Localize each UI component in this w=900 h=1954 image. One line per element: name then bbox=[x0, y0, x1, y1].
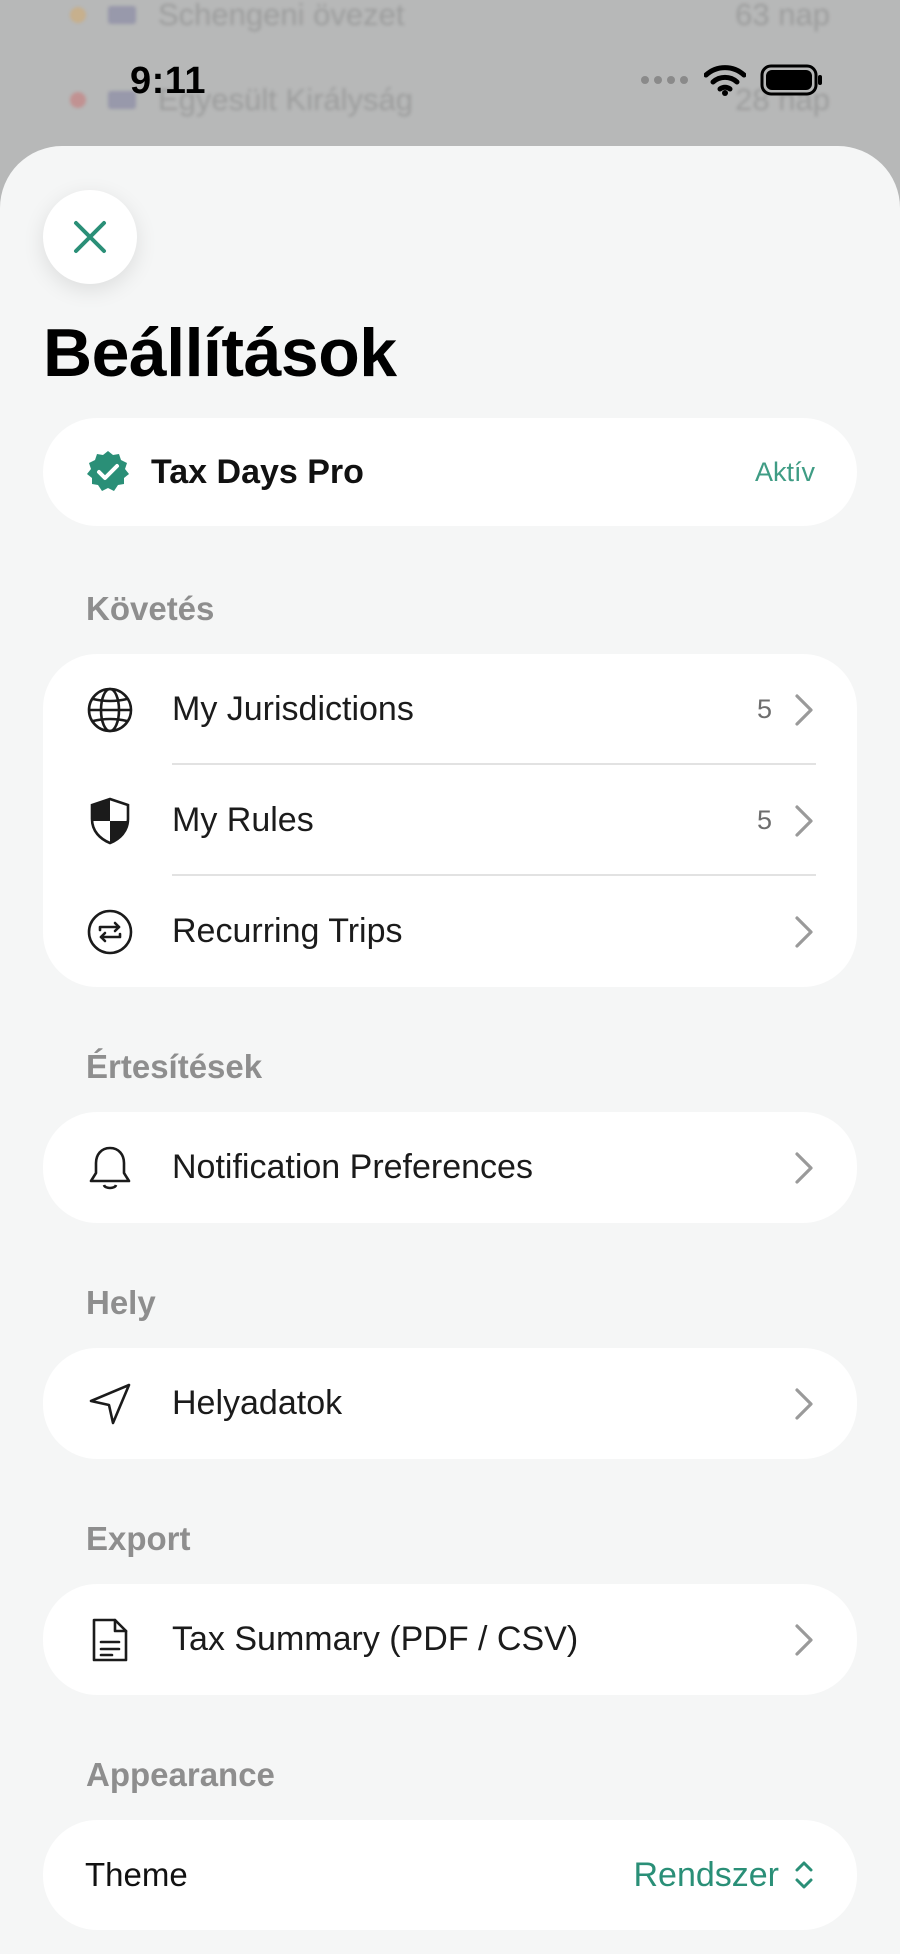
settings-row-label: Tax Summary (PDF / CSV) bbox=[172, 1620, 579, 1658]
wifi-icon bbox=[704, 65, 746, 96]
settings-row-label: My Rules bbox=[172, 801, 314, 839]
status-indicators bbox=[640, 64, 824, 96]
notifications-card: Notification Preferences bbox=[43, 1112, 857, 1223]
status-time: 9:11 bbox=[130, 60, 206, 102]
tracking-card: My Jurisdictions 5 My Rules 5 Recurring … bbox=[43, 654, 857, 987]
globe-icon bbox=[85, 685, 135, 735]
settings-row-label: Recurring Trips bbox=[172, 912, 403, 950]
status-dot bbox=[70, 92, 86, 108]
export-card: Tax Summary (PDF / CSV) bbox=[43, 1584, 857, 1695]
settings-row-tax-summary[interactable]: Tax Summary (PDF / CSV) bbox=[43, 1584, 857, 1695]
settings-row-recurring-trips[interactable]: Recurring Trips bbox=[43, 876, 857, 987]
theme-picker[interactable]: Theme Rendszer bbox=[43, 1820, 857, 1930]
location-card: Helyadatok bbox=[43, 1348, 857, 1459]
repeat-icon bbox=[85, 907, 135, 957]
chevron-right-icon bbox=[795, 804, 813, 837]
section-label-location: Hely bbox=[86, 1284, 156, 1321]
bell-icon bbox=[85, 1143, 135, 1193]
settings-row-notification-preferences[interactable]: Notification Preferences bbox=[43, 1112, 857, 1223]
subscription-name: Tax Days Pro bbox=[151, 452, 364, 491]
chevron-right-icon bbox=[795, 1387, 813, 1420]
chevron-right-icon bbox=[795, 1151, 813, 1184]
cellular-signal-icon bbox=[641, 76, 688, 84]
subscription-status: Aktív bbox=[754, 456, 815, 487]
chevron-right-icon bbox=[795, 915, 813, 948]
subscription-card[interactable]: Tax Days Pro Aktív bbox=[43, 418, 857, 526]
settings-row-location-data[interactable]: Helyadatok bbox=[43, 1348, 857, 1459]
section-label-export: Export bbox=[86, 1520, 191, 1557]
settings-row-label: My Jurisdictions bbox=[172, 690, 414, 728]
status-dot bbox=[70, 7, 86, 23]
background-item-value: 63 nap bbox=[735, 0, 830, 32]
appearance-card: Theme Rendszer bbox=[43, 1820, 857, 1930]
settings-row-count: 5 bbox=[756, 805, 772, 835]
theme-value: Rendszer bbox=[633, 1855, 779, 1894]
settings-row-jurisdictions[interactable]: My Jurisdictions 5 bbox=[43, 654, 857, 765]
chevron-right-icon bbox=[795, 1623, 813, 1656]
close-button[interactable] bbox=[43, 190, 137, 284]
settings-row-label: Notification Preferences bbox=[172, 1148, 533, 1186]
battery-icon bbox=[760, 64, 822, 96]
background-item-name: Schengeni övezet bbox=[158, 0, 405, 32]
page-title: Beállítások bbox=[43, 315, 397, 391]
theme-label: Theme bbox=[85, 1856, 188, 1893]
verified-badge-icon bbox=[87, 451, 129, 491]
section-label-appearance: Appearance bbox=[86, 1756, 275, 1793]
section-label-notifications: Értesítések bbox=[86, 1048, 263, 1085]
subscription-row[interactable]: Tax Days Pro Aktív bbox=[43, 418, 857, 526]
chevron-right-icon bbox=[795, 693, 813, 726]
chevron-up-down-icon bbox=[795, 1861, 813, 1889]
section-label-tracking: Követés bbox=[86, 590, 215, 627]
document-icon bbox=[85, 1615, 135, 1665]
settings-sheet: Beállítások Tax Days Pro Aktív Követés M bbox=[0, 146, 900, 1954]
settings-row-label: Helyadatok bbox=[172, 1384, 343, 1422]
settings-row-rules[interactable]: My Rules 5 bbox=[43, 765, 857, 876]
flag-icon bbox=[108, 6, 136, 24]
shield-icon bbox=[85, 796, 135, 846]
background-list-item: Schengeni övezet 63 nap bbox=[70, 0, 830, 35]
close-icon bbox=[74, 221, 106, 253]
settings-row-count: 5 bbox=[756, 694, 772, 724]
location-arrow-icon bbox=[85, 1379, 135, 1429]
